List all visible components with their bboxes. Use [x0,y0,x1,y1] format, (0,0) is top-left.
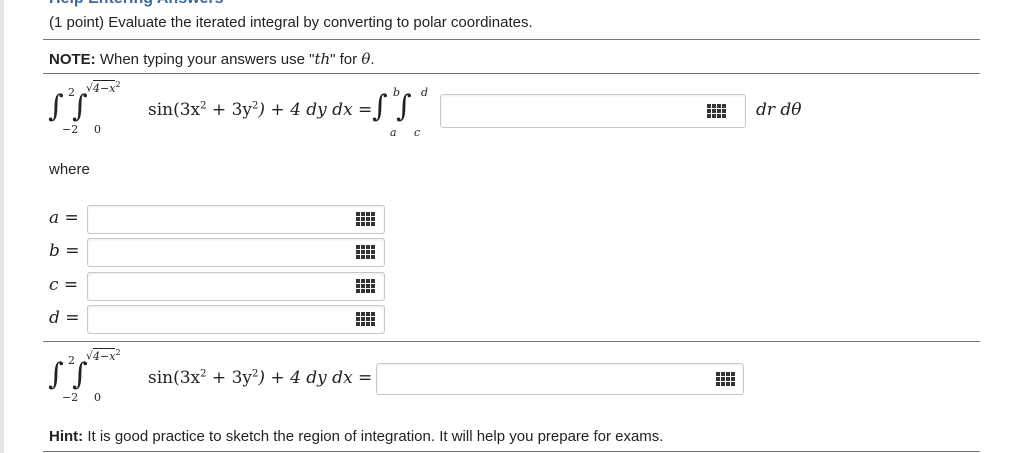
final-outer-integral-sign: ∫ [48,357,64,392]
integrand-part-1: sin(3x [148,100,201,120]
final-inner-upper-exponent: 2 [115,348,121,357]
equation-editor-grid-icon[interactable] [354,310,376,328]
divider-note [43,73,980,74]
final-inner-upper-radicand: 4−x [93,347,116,363]
polar-differentials: dr dθ [756,100,802,120]
limit-b-label: b = [49,241,80,261]
outer-lower-limit: −2 [62,123,79,136]
hint-text: Hint: It is good practice to sketch the … [49,428,663,445]
help-entering-answers-link[interactable]: Help Entering Answers [49,0,224,8]
note-text-after: . [370,51,375,68]
limit-a-input[interactable] [87,205,385,234]
polar-inner-lower-limit: c [414,126,421,139]
final-integrand-part-2: + 3y [206,368,253,388]
inner-upper-limit: √4−x2 [86,79,121,95]
final-outer-lower-limit: −2 [62,391,79,404]
outer-integral-sign: ∫ [48,89,64,124]
inner-upper-radicand: 4−x [93,79,116,95]
final-inner-integral-sign: ∫ [72,357,88,392]
polar-outer-lower-limit: a [390,126,397,139]
limit-a-label: a = [49,208,79,228]
equation-editor-grid-icon[interactable] [714,370,736,388]
polar-inner-upper-limit: d [421,86,429,99]
hint-label: Hint: [49,428,84,445]
polar-inner-integral-sign: ∫ [396,89,412,124]
final-value-input[interactable] [376,363,744,395]
final-integrand-part-1: sin(3x [148,368,201,388]
limit-b-input[interactable] [87,238,385,267]
iterated-integral-polar: ∫ b a ∫ d c [368,82,438,142]
left-margin-strip [0,0,4,453]
inner-lower-limit: 0 [94,123,101,136]
final-inner-upper-limit: √4−x2 [86,347,121,363]
integrand-part-3: ) + 4 dy dx = [258,100,373,120]
final-inner-lower-limit: 0 [94,391,101,404]
inner-integral-sign: ∫ [72,89,88,124]
iterated-integral-final: ∫ 2 −2 ∫ √4−x2 0 sin(3x2 + 3y2) + 4 dy d… [44,347,384,410]
note-theta: θ [361,50,371,68]
note-text-middle: " for [330,51,362,68]
iterated-integral-cartesian: ∫ 2 −2 ∫ √4−x2 0 sin(3x2 + 3y2) + 4 dy d… [44,79,424,142]
where-label: where [49,161,90,178]
note-th: th [314,50,331,68]
limit-c-input[interactable] [87,272,385,301]
note-text-before: When typing your answers use " [95,51,315,68]
equation-editor-grid-icon[interactable] [354,210,376,228]
equation-editor-grid-icon[interactable] [705,102,727,120]
equation-editor-grid-icon[interactable] [354,243,376,261]
limit-c-label: c = [49,275,79,295]
divider-bottom [43,451,980,452]
divider-top [43,39,980,40]
problem-intro-text: (1 point) Evaluate the iterated integral… [49,14,533,31]
note-label: NOTE: [49,51,96,68]
inner-upper-exponent: 2 [115,80,121,89]
note-text: NOTE: When typing your answers use "th" … [49,50,375,68]
equation-editor-grid-icon[interactable] [354,277,376,295]
final-integrand-expression: sin(3x2 + 3y2) + 4 dy dx = [148,368,373,388]
divider-middle [43,341,980,342]
limit-d-label: d = [49,308,80,328]
limit-d-input[interactable] [87,305,385,334]
polar-integrand-input[interactable] [440,94,746,128]
hint-body: It is good practice to sketch the region… [83,428,664,445]
integrand-part-2: + 3y [206,100,253,120]
final-integrand-part-3: ) + 4 dy dx = [258,368,373,388]
polar-outer-integral-sign: ∫ [372,89,388,124]
integrand-expression: sin(3x2 + 3y2) + 4 dy dx = [148,100,373,120]
